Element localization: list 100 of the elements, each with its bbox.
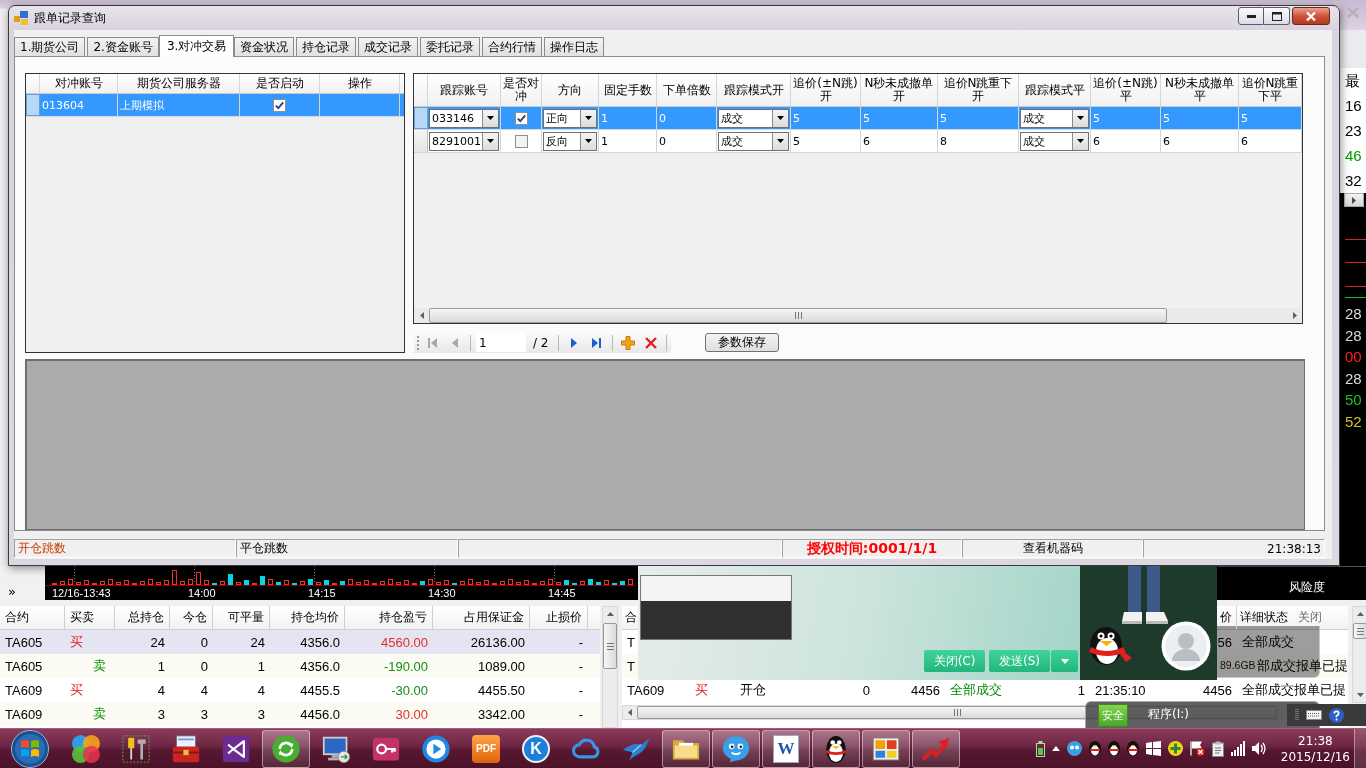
- caret-down-icon: [585, 139, 592, 143]
- dropdown-field[interactable]: 成交: [1020, 108, 1089, 128]
- expand-button[interactable]: »: [6, 585, 18, 599]
- close-button[interactable]: [1292, 7, 1330, 25]
- keyboard-icon[interactable]: [1306, 710, 1322, 720]
- dropdown-field[interactable]: 成交: [718, 131, 789, 151]
- table-row[interactable]: TA605 买 24 0 24 4356.0 4560.00 26136.00 -: [0, 630, 600, 654]
- volume-bar: [580, 581, 585, 585]
- quote-value: 28: [1344, 368, 1363, 389]
- table-row[interactable]: TA609 卖 3 3 3 4456.0 30.00 3342.00 -: [0, 702, 600, 726]
- checkbox[interactable]: [514, 134, 528, 148]
- save-button[interactable]: 参数保存: [704, 333, 779, 352]
- table-cell-text: 4: [156, 681, 166, 700]
- tab[interactable]: 2.资金账号: [87, 37, 159, 56]
- table-row[interactable]: 033146 正向 1 0 成交 5 5 5 成交 5 5 5: [414, 107, 1302, 130]
- volume-bar: [68, 579, 73, 585]
- volume-bar: [140, 581, 145, 585]
- scrollbar-thumb[interactable]: [429, 308, 1167, 323]
- grip-icon: [794, 312, 802, 319]
- send-options-button[interactable]: [1051, 650, 1078, 672]
- tab[interactable]: 成交记录: [358, 37, 419, 56]
- taskbar-button[interactable]: [262, 729, 310, 768]
- close-link[interactable]: 关闭: [1298, 610, 1322, 624]
- table-cell: 6: [1161, 130, 1239, 152]
- scrollbar-thumb[interactable]: [603, 623, 617, 669]
- volume-bar: [108, 579, 113, 585]
- volume-bar: [628, 579, 633, 585]
- windows-flag-icon[interactable]: [1145, 741, 1161, 756]
- table-cell: 5: [1091, 107, 1161, 129]
- table-cell-text: -190.00: [382, 657, 429, 676]
- start-button[interactable]: [8, 728, 52, 768]
- volume-bar: [116, 582, 121, 585]
- scroll-right-button[interactable]: [1344, 193, 1364, 207]
- taskbar-button[interactable]: [812, 729, 860, 768]
- tab[interactable]: 委托记录: [420, 37, 481, 56]
- signal-bars-icon[interactable]: [1230, 741, 1245, 756]
- grip-icon: [606, 642, 614, 650]
- help-icon[interactable]: [1329, 707, 1344, 723]
- penguin-icon[interactable]: [1088, 741, 1101, 756]
- clock-time[interactable]: 21:38: [1298, 732, 1333, 749]
- taskbar-button[interactable]: [662, 729, 710, 768]
- level-marker: [1345, 262, 1366, 263]
- dropdown-field[interactable]: 反向: [543, 131, 597, 151]
- taskbar-button[interactable]: W: [762, 729, 810, 768]
- tab[interactable]: 持仓记录: [296, 37, 357, 56]
- dropdown-field[interactable]: 正向: [543, 108, 597, 128]
- taskbar-button[interactable]: [712, 729, 760, 768]
- minimize-button[interactable]: [1238, 7, 1264, 25]
- taskbar-button[interactable]: K: [512, 729, 560, 768]
- disk-size-text: 89.6GB: [1220, 659, 1256, 672]
- scrollbar[interactable]: [1352, 606, 1366, 703]
- page-number-field[interactable]: 1: [476, 333, 526, 352]
- round-face-icon[interactable]: [1066, 741, 1082, 756]
- show-desktop-button[interactable]: [1354, 729, 1366, 768]
- speaker-icon[interactable]: [1251, 741, 1266, 756]
- scrollbar[interactable]: [414, 308, 1302, 323]
- volume-bar: [300, 581, 305, 585]
- dropdown-field[interactable]: 成交: [718, 108, 789, 128]
- checkbox[interactable]: [273, 98, 286, 112]
- volume-bar: [340, 581, 345, 585]
- scrollbar-thumb[interactable]: [1353, 623, 1366, 639]
- table-row[interactable]: TA605 卖 1 0 1 4356.0 -190.00 1089.00 -: [0, 654, 600, 678]
- table-cell-text: 3: [199, 705, 209, 724]
- dropdown-field[interactable]: 成交: [1020, 131, 1089, 151]
- minimize-icon: [1246, 14, 1256, 18]
- level-marker: [1345, 297, 1366, 298]
- dropdown-field[interactable]: 033146: [429, 108, 499, 128]
- tab[interactable]: 合约行情: [482, 37, 543, 56]
- level-marker: [1345, 286, 1366, 287]
- column-header: N秒未成撤单平: [1161, 74, 1239, 106]
- machine-code-button[interactable]: 查看机器码: [962, 539, 1143, 558]
- penguin-icon[interactable]: [1107, 741, 1120, 756]
- table-cell-text: T: [626, 633, 636, 652]
- checkbox[interactable]: [514, 111, 528, 125]
- tab[interactable]: 操作日志: [544, 37, 605, 56]
- caret-up-icon[interactable]: [1051, 746, 1060, 751]
- table-cell: 6: [1239, 130, 1302, 152]
- dropdown-field[interactable]: 8291001: [429, 131, 499, 151]
- loop-logo-icon: [222, 734, 250, 763]
- volume-bar: [380, 581, 385, 585]
- table-row[interactable]: 8291001 反向 1 0 成交 5 6 8 成交 6 6 6: [414, 130, 1302, 153]
- tab[interactable]: 1.期货公司: [14, 37, 86, 56]
- caret-down-icon: [487, 116, 494, 120]
- taskbar-button[interactable]: [862, 729, 910, 768]
- clipboard-icon[interactable]: [1211, 740, 1224, 757]
- maximize-button[interactable]: [1264, 7, 1290, 25]
- app-squares-icon: [14, 11, 28, 25]
- plus-circle-icon[interactable]: [1167, 741, 1183, 756]
- penguin-icon[interactable]: [1126, 741, 1139, 756]
- clock-date[interactable]: 2015/12/16: [1280, 748, 1350, 765]
- table-cell: 上期模拟: [118, 94, 240, 116]
- column-header: 今仓: [170, 606, 213, 629]
- scrollbar[interactable]: [602, 606, 618, 728]
- tab[interactable]: 3.对冲交易: [158, 35, 235, 57]
- battery-icon[interactable]: [1035, 740, 1045, 757]
- table-cell-text: TA609: [626, 681, 666, 700]
- volume-bar: [196, 572, 201, 585]
- table-cell-text: 4356.0: [299, 657, 341, 676]
- flag-cross-icon[interactable]: [1189, 741, 1205, 756]
- tab[interactable]: 资金状况: [234, 37, 295, 56]
